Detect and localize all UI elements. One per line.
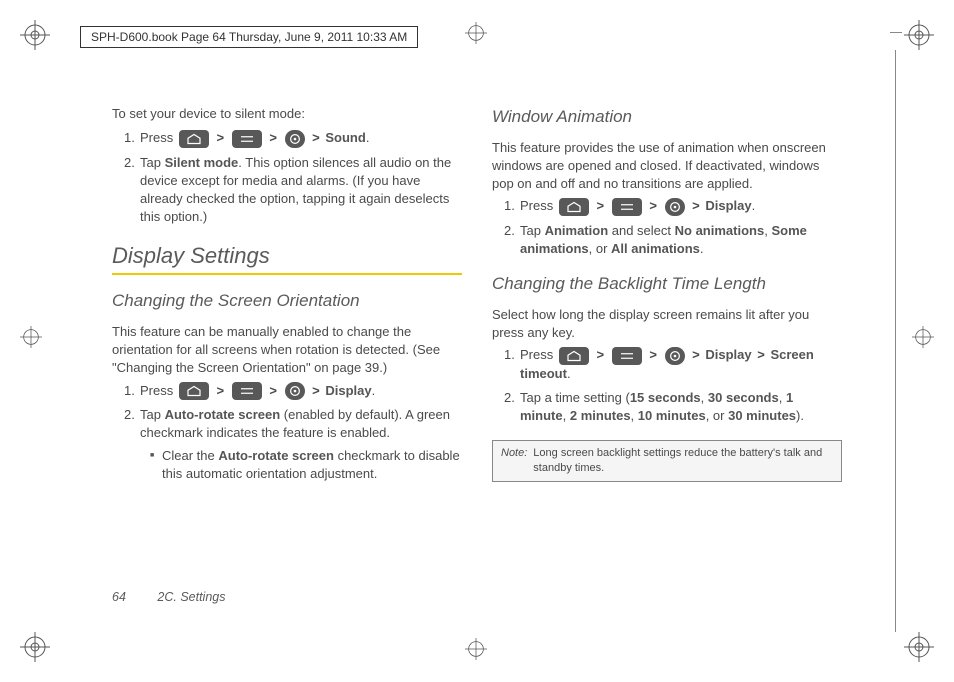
window-animation-heading: Window Animation [492,105,842,129]
crop-mark-mid-right [912,326,934,348]
screen-orientation-para: This feature can be manually enabled to … [112,323,462,378]
page-header-info: SPH-D600.book Page 64 Thursday, June 9, … [80,26,418,48]
orientation-step-2: 2. Tap Auto-rotate screen (enabled by de… [126,406,462,483]
silent-step-1: 1. Press > > > Sound. [126,129,462,148]
section-label: 2C. Settings [157,590,225,604]
note-label: Note: [501,446,527,477]
crop-mark-bottom-center [465,638,487,660]
animation-step-1: 1. Press > > > Display. [506,197,842,216]
orientation-step-1: 1. Press > > > Display. [126,382,462,401]
menu-icon [612,198,642,216]
display-settings-heading: Display Settings [112,241,462,276]
menu-icon [232,130,262,148]
menu-icon [612,347,642,365]
crop-mark-bottom-left [20,632,50,662]
animation-step-2: 2. Tap Animation and select No animation… [506,222,842,258]
crop-line-right [895,50,896,632]
home-icon [559,347,589,365]
silent-step-2: 2. Tap Silent mode. This option silences… [126,154,462,227]
note-box: Note: Long screen backlight settings red… [492,440,842,483]
backlight-step-1: 1. Press > > > Display > Screen timeout. [506,346,842,383]
home-icon [559,198,589,216]
backlight-heading: Changing the Backlight Time Length [492,272,842,296]
window-animation-para: This feature provides the use of animati… [492,139,842,194]
menu-icon [232,382,262,400]
crop-mark-top-left [20,20,50,50]
crop-tick-tr [890,32,902,33]
home-icon [179,130,209,148]
settings-icon [285,130,305,148]
settings-icon [665,198,685,216]
silent-mode-intro: To set your device to silent mode: [112,105,462,123]
page-footer: 64 2C. Settings [112,590,225,604]
left-column: To set your device to silent mode: 1. Pr… [112,105,462,497]
crop-mark-bottom-right [904,632,934,662]
settings-icon [285,382,305,400]
screen-orientation-heading: Changing the Screen Orientation [112,289,462,313]
backlight-para: Select how long the display screen remai… [492,306,842,342]
crop-mark-top-center [465,22,487,44]
crop-mark-top-right [904,20,934,50]
note-text: Long screen backlight settings reduce th… [533,446,833,477]
orientation-sub-bullet: Clear the Auto-rotate screen checkmark t… [140,447,462,483]
settings-icon [665,347,685,365]
home-icon [179,382,209,400]
backlight-step-2: 2. Tap a time setting (15 seconds, 30 se… [506,389,842,425]
page-number: 64 [112,590,126,604]
right-column: Window Animation This feature provides t… [492,105,842,497]
crop-mark-mid-left [20,326,42,348]
